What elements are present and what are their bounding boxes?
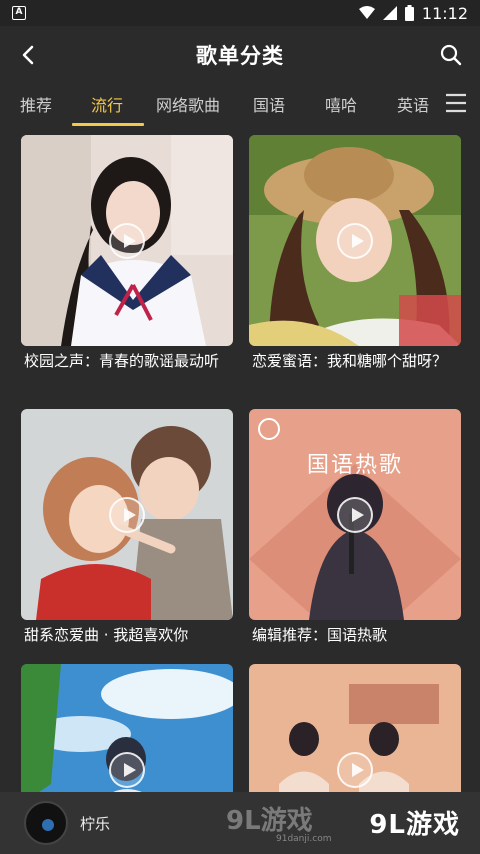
tab-recommend[interactable]: 推荐 xyxy=(20,92,52,116)
playlist-title: 校园之声：青春的歌谣最动听 xyxy=(24,352,220,370)
category-tabs: 推荐 流行 网络歌曲 国语 嘻哈 英语 xyxy=(0,84,480,128)
playlist-title: 甜系恋爱曲 · 我超喜欢你 xyxy=(24,626,189,644)
tab-mandarin[interactable]: 国语 xyxy=(253,92,285,116)
status-time: 11:12 xyxy=(421,3,468,23)
playlist-card[interactable]: 甜系恋爱曲 · 我超喜欢你 xyxy=(21,409,233,645)
play-icon[interactable] xyxy=(109,497,145,533)
watermark-url: 91danji.com xyxy=(276,834,332,844)
page-title: 歌单分类 xyxy=(196,44,284,68)
playlist-cover[interactable] xyxy=(21,135,233,346)
brand-logo: 9L游戏 xyxy=(369,810,460,840)
playlist-card[interactable]: 恋爱蜜语：我和糖哪个甜呀？ xyxy=(249,135,461,371)
play-icon[interactable] xyxy=(337,223,373,259)
tab-pop[interactable]: 流行 xyxy=(91,92,123,116)
menu-icon[interactable] xyxy=(444,92,468,114)
playlist-title: 恋爱蜜语：我和糖哪个甜呀？ xyxy=(252,352,448,370)
tab-hiphop[interactable]: 嘻哈 xyxy=(325,92,357,116)
play-icon[interactable] xyxy=(337,752,373,788)
playlist-title: 编辑推荐：国语热歌 xyxy=(252,626,388,644)
active-tab-indicator xyxy=(72,123,144,126)
playlist-cover[interactable] xyxy=(21,409,233,620)
tab-internet-songs[interactable]: 网络歌曲 xyxy=(156,92,220,116)
battery-icon xyxy=(404,5,414,21)
playlist-card[interactable]: 校园之声：青春的歌谣最动听 xyxy=(21,135,233,371)
app-notification-icon: A xyxy=(12,6,26,20)
cover-text: 国语热歌 xyxy=(306,453,403,478)
status-bar: A 11:12 xyxy=(0,0,480,26)
now-playing-title: 柠乐 xyxy=(80,814,111,833)
watermark: 9L游戏 91danji.com xyxy=(226,800,331,844)
playlist-card[interactable]: 国语热歌 编辑推荐：国语热歌 xyxy=(249,409,461,645)
signal-icon xyxy=(382,6,397,20)
back-arrow-icon[interactable] xyxy=(14,40,44,70)
wifi-icon xyxy=(358,6,375,19)
play-icon[interactable] xyxy=(109,752,145,788)
playlist-cover[interactable]: 国语热歌 xyxy=(249,409,461,620)
watermark-text: 9L游戏 xyxy=(226,806,313,836)
play-icon[interactable] xyxy=(109,223,145,259)
search-icon[interactable] xyxy=(436,40,466,70)
play-icon[interactable] xyxy=(337,497,373,533)
album-disc-icon[interactable] xyxy=(24,801,68,845)
header: 歌单分类 xyxy=(0,26,480,84)
playlist-cover[interactable] xyxy=(249,135,461,346)
tab-english[interactable]: 英语 xyxy=(397,92,429,116)
